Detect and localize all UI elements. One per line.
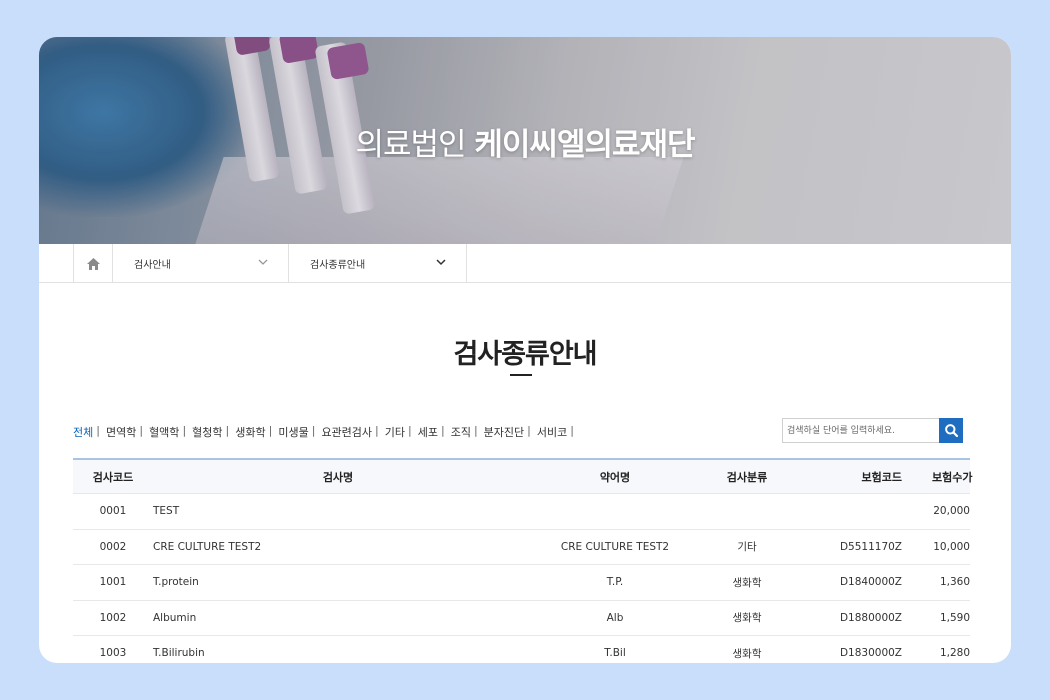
- cell-category: 기타: [707, 539, 787, 554]
- table-row[interactable]: 1003T.BilirubinT.Bil생화학D1830000Z1,280: [73, 636, 970, 663]
- category-tab[interactable]: 면역학: [106, 424, 136, 440]
- cell-category: 생화학: [707, 646, 787, 661]
- cell-test-name: CRE CULTURE TEST2: [153, 541, 523, 553]
- table-row[interactable]: 0001TEST 20,000: [73, 494, 970, 530]
- category-tab[interactable]: 세포: [418, 424, 438, 440]
- chevron-down-icon: [436, 259, 446, 266]
- cell-insurance-code: D1840000Z: [787, 576, 932, 588]
- table-row[interactable]: 0002CRE CULTURE TEST2CRE CULTURE TEST2기타…: [73, 530, 970, 566]
- search-icon: [945, 424, 958, 437]
- category-separator: |: [182, 424, 186, 440]
- home-icon: [87, 258, 100, 270]
- table-row[interactable]: 1001T.proteinT.P.생화학D1840000Z1,360: [73, 565, 970, 601]
- category-tab[interactable]: 미생물: [278, 424, 308, 440]
- page-title: 검사종류안내: [39, 332, 1011, 371]
- cell-insurance-code: D1880000Z: [787, 612, 932, 624]
- page-title-underline: [510, 374, 532, 376]
- category-separator: |: [96, 424, 100, 440]
- breadcrumb-select-level2[interactable]: 검사종류안내: [289, 244, 467, 283]
- category-separator: |: [269, 424, 273, 440]
- category-separator: |: [570, 424, 574, 440]
- category-separator: |: [441, 424, 445, 440]
- category-tab[interactable]: 분자진단: [484, 424, 524, 440]
- cell-test-name: T.Bilirubin: [153, 647, 523, 659]
- category-tab[interactable]: 기타: [385, 424, 405, 440]
- cell-test-name: T.protein: [153, 576, 523, 588]
- category-separator: |: [312, 424, 316, 440]
- hero-banner: 의료법인 케이씨엘의료재단: [39, 37, 1011, 244]
- cell-abbreviation: T.Bil: [523, 647, 707, 659]
- search-input[interactable]: [782, 418, 939, 443]
- cell-test-code: 1001: [73, 576, 153, 588]
- category-separator: |: [375, 424, 379, 440]
- breadcrumb-level2-label: 검사종류안내: [310, 256, 365, 271]
- cell-abbreviation: T.P.: [523, 576, 707, 588]
- header-insurance-fee: 보험수가: [932, 469, 970, 485]
- cell-test-code: 1003: [73, 647, 153, 659]
- header-abbreviation: 약어명: [523, 469, 707, 485]
- table-row[interactable]: 1002AlbuminAlb생화학D1880000Z1,590: [73, 601, 970, 637]
- cell-test-code: 1002: [73, 612, 153, 624]
- category-separator: |: [226, 424, 230, 440]
- category-tab[interactable]: 혈청학: [192, 424, 222, 440]
- category-separator: |: [408, 424, 412, 440]
- cell-test-code: 0002: [73, 541, 153, 553]
- breadcrumb-level1-label: 검사안내: [134, 256, 171, 271]
- header-insurance-code: 보험코드: [787, 469, 932, 485]
- category-separator: |: [139, 424, 143, 440]
- cell-insurance-fee: 1,360: [932, 576, 970, 588]
- chevron-down-icon: [258, 259, 268, 266]
- cell-category: 생화학: [707, 610, 787, 625]
- cell-insurance-code: D1830000Z: [787, 647, 932, 659]
- table-body: 0001TEST20,0000002CRE CULTURE TEST2CRE C…: [73, 494, 970, 663]
- cell-insurance-fee: 1,590: [932, 612, 970, 624]
- cell-insurance-fee: 20,000: [932, 505, 970, 517]
- breadcrumb-select-level1[interactable]: 검사안내: [113, 244, 289, 283]
- category-tabs: 전체|면역학|혈액학|혈청학|생화학|미생물|요관련검사|기타|세포|조직|분자…: [73, 424, 580, 440]
- header-test-code: 검사코드: [73, 469, 153, 485]
- cell-test-name: Albumin: [153, 612, 523, 624]
- cell-test-code: 0001: [73, 505, 153, 517]
- test-table: 검사코드 검사명 약어명 검사분류 보험코드 보험수가 0001TEST 20,0…: [73, 458, 970, 663]
- hero-title-light: 의료법인: [355, 127, 465, 163]
- cell-abbreviation: Alb: [523, 612, 707, 624]
- header-test-name: 검사명: [153, 469, 523, 485]
- cell-abbreviation: CRE CULTURE TEST2: [523, 541, 707, 553]
- cell-insurance-code: D5511170Z: [787, 541, 932, 553]
- cell-insurance-fee: 10,000: [932, 541, 970, 553]
- breadcrumb: 검사안내 검사종류안내: [39, 244, 1011, 283]
- hero-title: 의료법인 케이씨엘의료재단: [39, 119, 1011, 164]
- category-tab[interactable]: 전체: [73, 424, 93, 440]
- category-separator: |: [527, 424, 531, 440]
- header-category: 검사분류: [707, 469, 787, 485]
- table-header: 검사코드 검사명 약어명 검사분류 보험코드 보험수가: [73, 458, 970, 494]
- search-button[interactable]: [939, 418, 963, 443]
- category-separator: |: [474, 424, 478, 440]
- cell-insurance-fee: 1,280: [932, 647, 970, 659]
- cell-category: 생화학: [707, 575, 787, 590]
- cell-test-name: TEST: [153, 505, 523, 517]
- hero-title-bold: 케이씨엘의료재단: [474, 127, 694, 163]
- search-box: [782, 418, 963, 443]
- category-tab[interactable]: 생화학: [235, 424, 265, 440]
- category-tab[interactable]: 서비코: [537, 424, 567, 440]
- page-frame: 의료법인 케이씨엘의료재단 검사안내 검사종류안내 검사종류안내 전체|면역학|…: [39, 37, 1011, 663]
- category-tab[interactable]: 요관련검사: [321, 424, 372, 440]
- category-tab[interactable]: 혈액학: [149, 424, 179, 440]
- category-tab[interactable]: 조직: [451, 424, 471, 440]
- breadcrumb-home[interactable]: [73, 244, 113, 283]
